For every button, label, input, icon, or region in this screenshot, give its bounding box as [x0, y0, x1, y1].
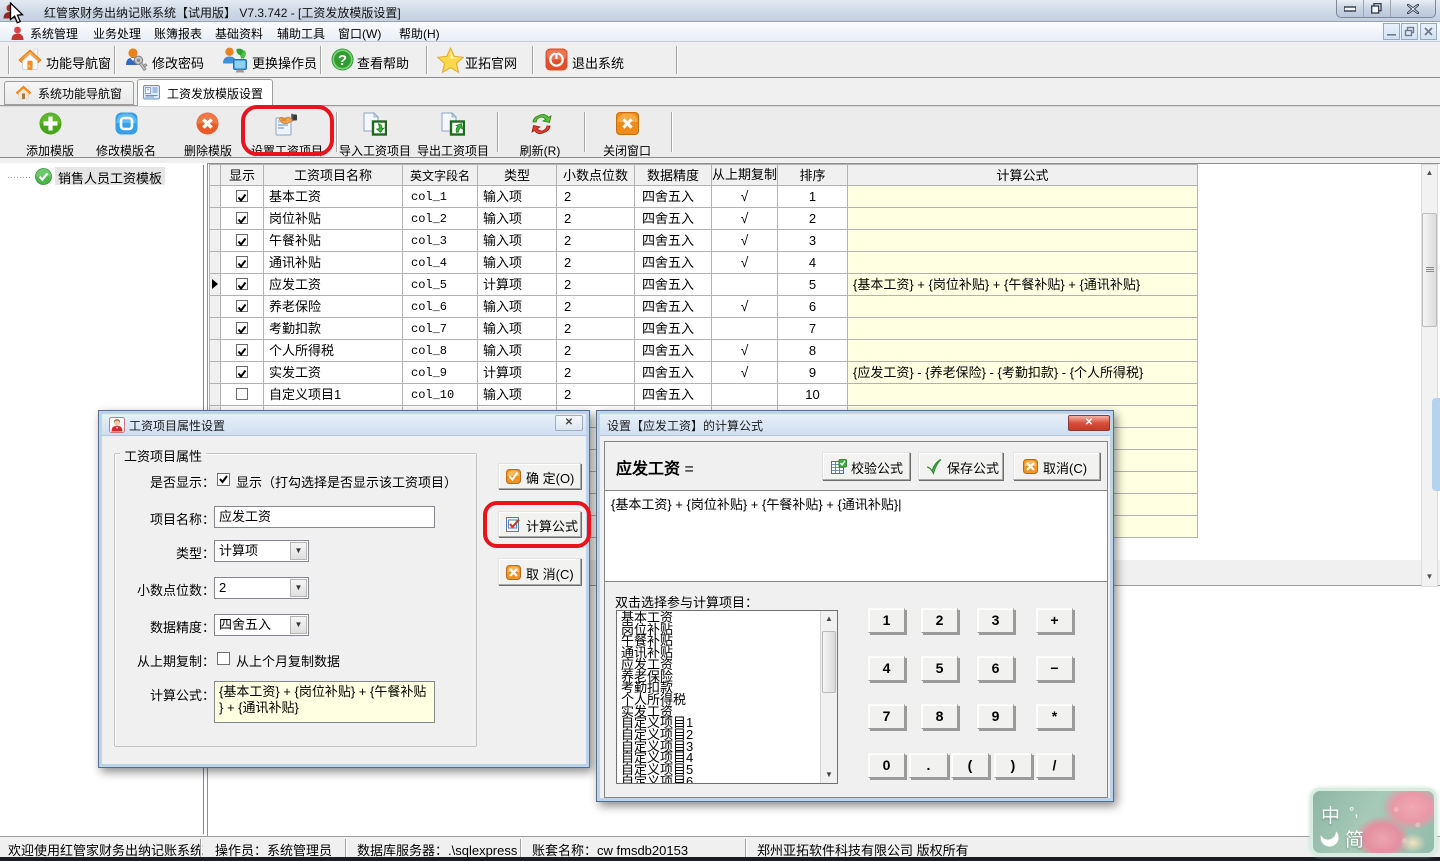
svg-text:?: ?	[338, 52, 347, 69]
